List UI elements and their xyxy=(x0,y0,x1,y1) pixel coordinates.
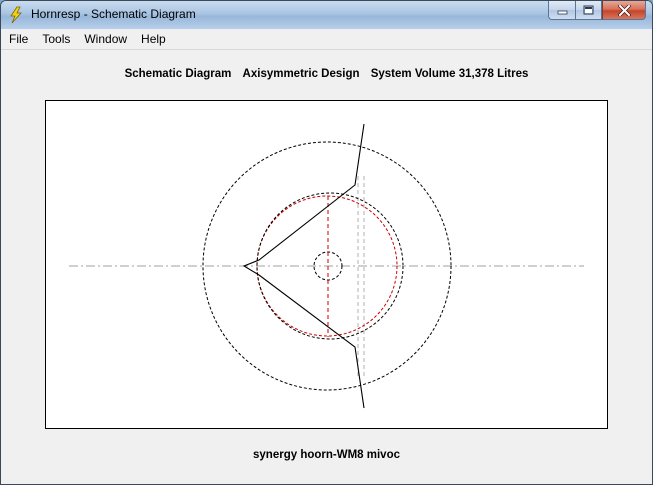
minimize-icon xyxy=(557,10,567,14)
schematic-diagram-panel xyxy=(45,100,608,429)
maximize-icon xyxy=(583,5,594,15)
client-area: Schematic Diagram Axisymmetric Design Sy… xyxy=(1,50,652,484)
menu-bar: File Tools Window Help xyxy=(1,29,652,50)
maximize-button[interactable] xyxy=(575,1,602,20)
caption-buttons xyxy=(548,1,646,20)
lightning-bolt-icon xyxy=(10,6,22,24)
diagram-heading: Schematic Diagram Axisymmetric Design Sy… xyxy=(1,68,652,80)
heading-title: Schematic Diagram xyxy=(124,68,232,80)
minimize-button[interactable] xyxy=(548,1,575,20)
schematic-drawing xyxy=(69,123,584,409)
design-name-label: synergy hoorn-WM8 mivoc xyxy=(253,449,400,461)
window-title: Hornresp - Schematic Diagram xyxy=(31,7,196,21)
heading-volume: System Volume 31,378 Litres xyxy=(370,68,529,80)
menu-tools[interactable]: Tools xyxy=(35,29,77,49)
heading-design: Axisymmetric Design xyxy=(242,68,360,80)
menu-file[interactable]: File xyxy=(1,29,35,49)
app-window: Hornresp - Schematic Diagram File Tools … xyxy=(0,0,653,485)
close-icon xyxy=(617,4,631,16)
menu-window[interactable]: Window xyxy=(77,29,134,49)
menu-help[interactable]: Help xyxy=(134,29,173,49)
close-button[interactable] xyxy=(602,1,646,20)
title-bar[interactable]: Hornresp - Schematic Diagram xyxy=(1,1,652,30)
